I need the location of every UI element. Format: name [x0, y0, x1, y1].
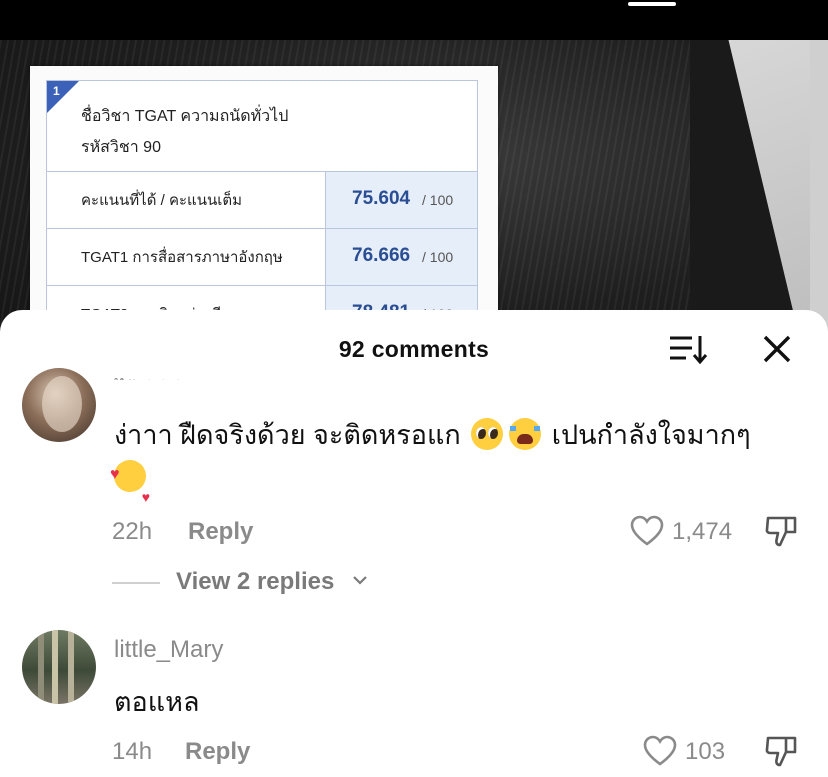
view-replies-label: View 2 replies [176, 568, 335, 595]
crying-face-emoji-icon [509, 418, 542, 450]
smiling-face-with-hearts-emoji-icon [110, 454, 150, 518]
comment-timestamp: 22h [112, 518, 153, 545]
score-row-total: คะแนนที่ได้ / คะแนนเต็ม 75.604 / 100 [47, 171, 477, 228]
reply-button[interactable]: Reply [185, 738, 250, 766]
comment-text-part: ง่าาา ฝืดจริงด้วย จะติดหรอแก [114, 420, 461, 450]
subject-name: ชื่อวิชา TGAT ความถนัดทั่วไป [81, 108, 289, 125]
avatar[interactable] [22, 368, 96, 442]
score-row-tgat1: TGAT1 การสื่อสารภาษาอังกฤษ 76.666 / 100 [47, 228, 477, 285]
chevron-down-icon [353, 576, 367, 585]
avatar[interactable] [22, 630, 96, 704]
score-max: / 100 [422, 192, 454, 208]
score-cell: 75.604 / 100 [325, 172, 477, 228]
top-status-bar [0, 0, 828, 40]
score-cell: 76.666 / 100 [325, 229, 477, 285]
score-row-label: คะแนนที่ได้ / คะแนนเต็ม [81, 192, 242, 209]
view-replies-divider [112, 582, 160, 584]
like-count: 1,474 [672, 518, 733, 545]
sort-icon[interactable] [668, 332, 708, 366]
dislike-icon[interactable] [764, 514, 798, 548]
close-icon[interactable] [760, 332, 794, 366]
heart-icon[interactable] [630, 515, 664, 547]
score-card-badge-number: 1 [53, 84, 60, 98]
comment-text: ง่าาา ฝืดจริงด้วย จะติดหรอแก เปนกำลังใจม… [110, 414, 804, 518]
dislike-icon[interactable] [764, 734, 798, 768]
score-card-subject: ชื่อวิชา TGAT ความถนัดทั่วไป รหัสวิชา 90 [81, 101, 288, 163]
score-card-table: 1 ชื่อวิชา TGAT ความถนัดทั่วไป รหัสวิชา … [46, 80, 478, 340]
comment-text-part: เปนกำลังใจมากๆ [551, 420, 751, 450]
pleading-face-emoji-icon [471, 418, 504, 450]
comment-username[interactable]: little_Mary [114, 636, 223, 664]
comment-timestamp: 14h [112, 738, 153, 765]
reply-button[interactable]: Reply [188, 518, 253, 546]
video-background[interactable]: 1 ชื่อวิชา TGAT ความถนัดทั่วไป รหัสวิชา … [0, 0, 828, 340]
score-row-label: TGAT1 การสื่อสารภาษาอังกฤษ [81, 249, 283, 266]
score-max: / 100 [422, 249, 454, 265]
score-value: 76.666 [352, 245, 411, 266]
comment-text: ตอแหล [114, 687, 200, 717]
tab-indicator [628, 2, 676, 6]
score-card: 1 ชื่อวิชา TGAT ความถนัดทั่วไป รหัสวิชา … [30, 66, 498, 340]
score-value: 75.604 [352, 188, 411, 209]
comment-username[interactable]: ทะ ᐧ ᐧ ᐧ [114, 370, 183, 380]
heart-icon[interactable] [643, 735, 677, 767]
subject-code: รหัสวิชา 90 [81, 139, 161, 156]
score-card-badge [47, 81, 79, 113]
comments-sheet: 92 comments ทะ ᐧ ᐧ ᐧ ง่าาา ฝืดจริงด้วย จ… [0, 310, 828, 777]
like-count: 103 [685, 738, 726, 765]
